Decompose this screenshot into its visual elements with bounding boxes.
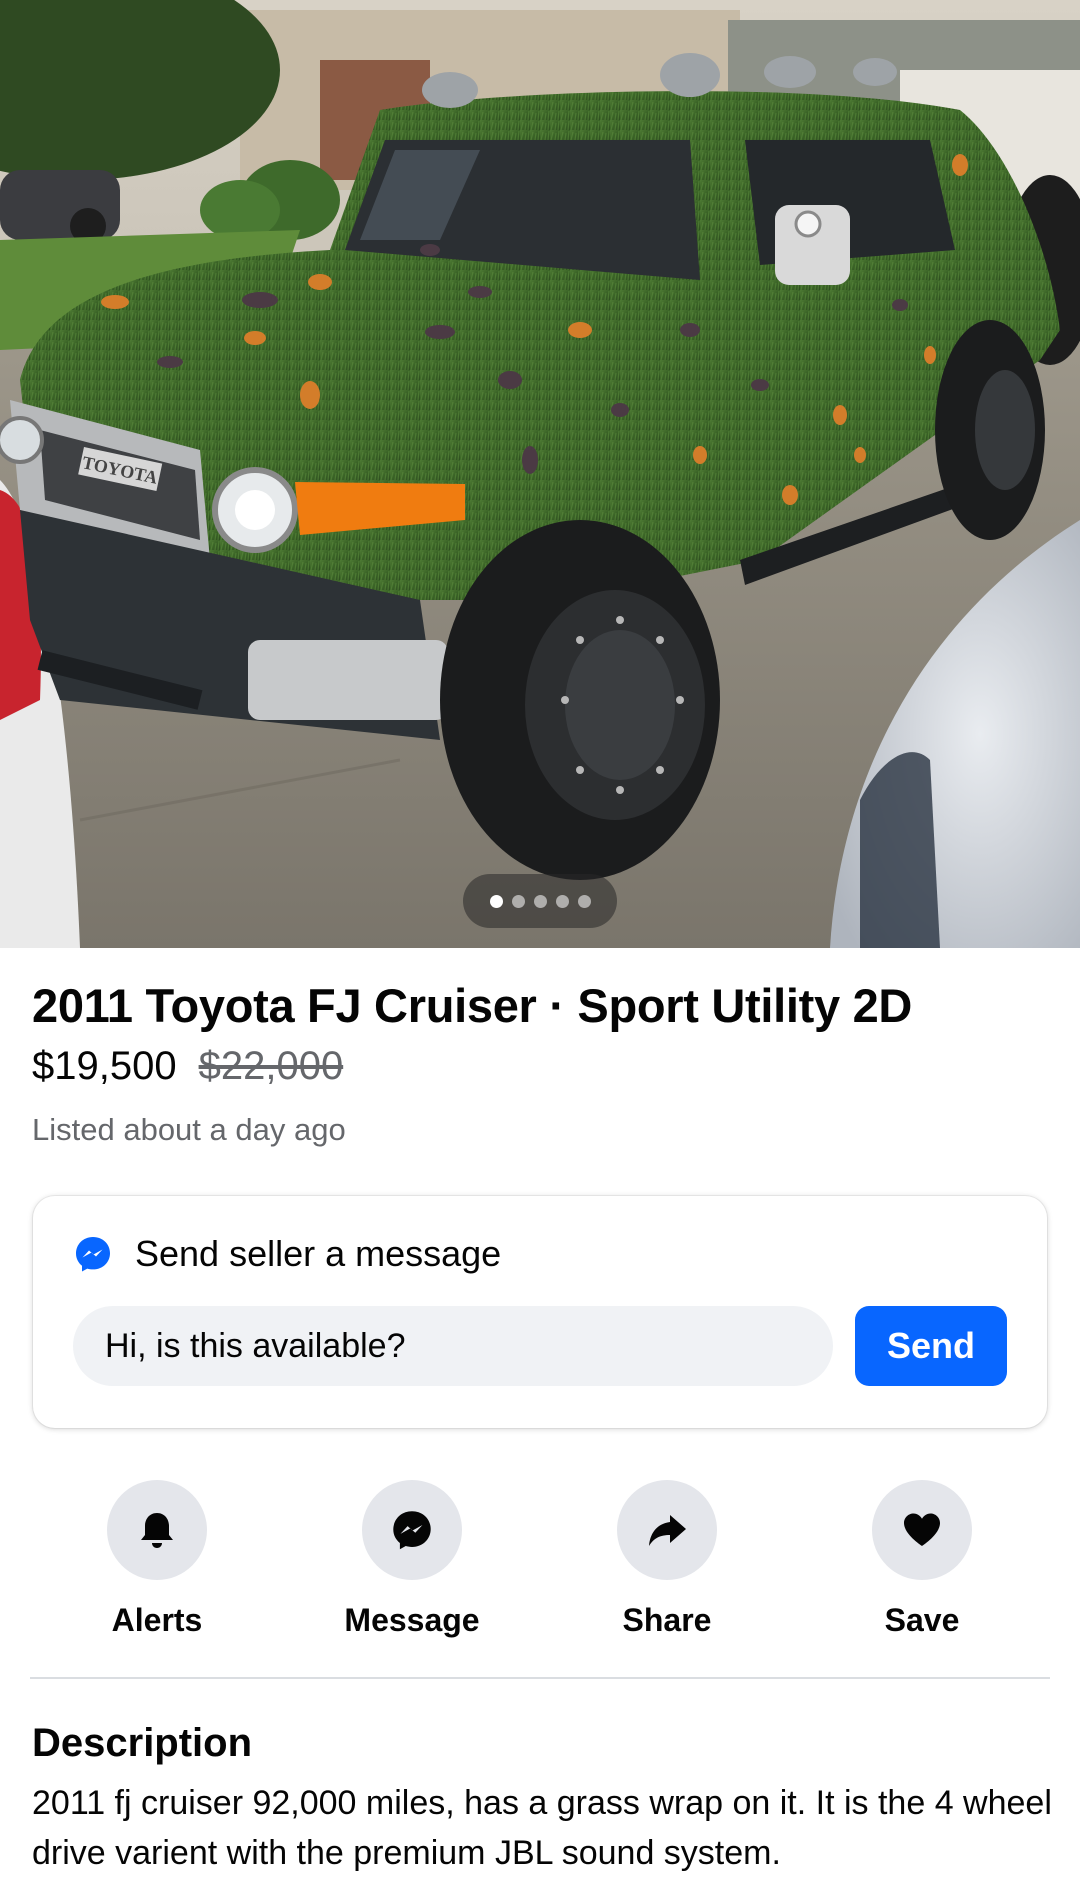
save-label: Save [884,1602,960,1638]
carousel-dot[interactable] [555,894,569,908]
share-button-circle[interactable] [617,1480,717,1580]
message-input[interactable] [73,1306,833,1386]
action-bar: Alerts Message Share Save [0,1480,1080,1640]
alerts-button[interactable]: Alerts [47,1480,267,1640]
listed-time: Listed about a day ago [32,1112,346,1147]
listing-title: 2011 Toyota FJ Cruiser · Sport Utility 2… [32,979,913,1032]
description-heading: Description [32,1721,253,1765]
alerts-label: Alerts [111,1602,203,1638]
bell-icon [141,1513,173,1548]
save-button-circle[interactable] [872,1480,972,1580]
price-row: $19,500 $22,000 [32,1040,343,1092]
message-card-header: Send seller a message [73,1232,501,1276]
description-body: 2011 fj cruiser 92,000 miles, has a gras… [32,1784,1052,1872]
carousel-dot[interactable] [533,894,547,908]
vehicle-photo-illustration: TOYOTA [0,0,1080,948]
message-card-heading: Send seller a message [135,1233,502,1274]
send-message-card: Send seller a message Send [33,1196,1047,1428]
original-price: $22,000 [198,1044,344,1088]
carousel-dot[interactable] [511,894,525,908]
listing-photo[interactable]: TOYOTA [0,0,1080,948]
carousel-dot[interactable] [577,894,591,908]
heart-icon [904,1513,940,1546]
share-arrow-icon [649,1515,686,1546]
message-button[interactable]: Message [302,1480,522,1640]
alerts-button-circle[interactable] [107,1480,207,1580]
message-button-circle[interactable] [362,1480,462,1580]
carousel-dot[interactable] [489,894,503,908]
messenger-icon [76,1237,110,1272]
carousel-indicator[interactable] [463,874,617,928]
share-label: Share [622,1602,712,1638]
messenger-icon [393,1511,431,1550]
save-button[interactable]: Save [812,1480,1032,1640]
send-button[interactable]: Send [855,1306,1007,1386]
current-price: $19,500 [32,1044,177,1088]
share-button[interactable]: Share [557,1480,777,1640]
message-label: Message [344,1602,480,1638]
section-divider [30,1677,1050,1679]
